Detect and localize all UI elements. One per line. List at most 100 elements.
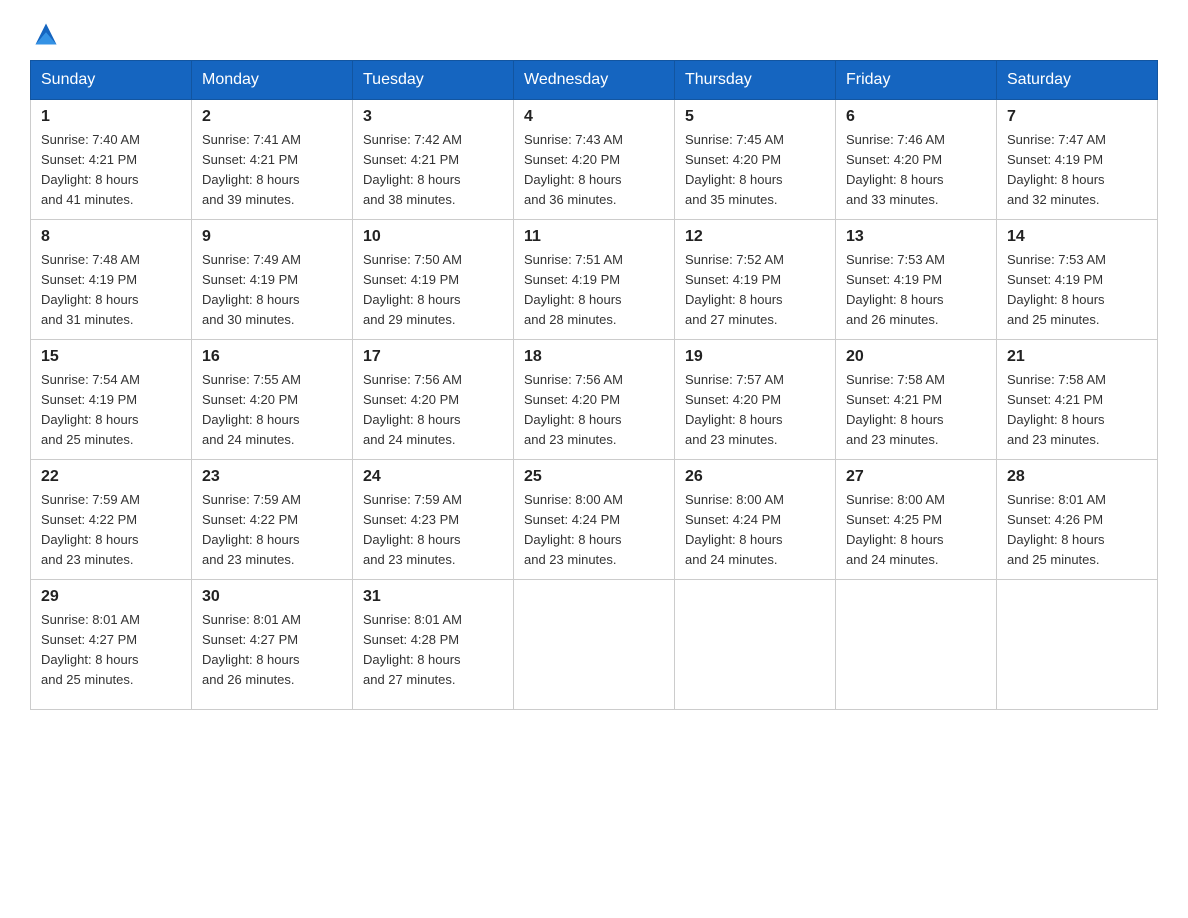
page-header [30, 20, 1158, 42]
logo [30, 20, 60, 42]
day-info: Sunrise: 8:00 AM Sunset: 4:24 PM Dayligh… [524, 490, 664, 571]
day-cell: 8 Sunrise: 7:48 AM Sunset: 4:19 PM Dayli… [31, 220, 192, 340]
day-cell [997, 580, 1158, 710]
day-info: Sunrise: 7:53 AM Sunset: 4:19 PM Dayligh… [846, 250, 986, 331]
day-info: Sunrise: 7:59 AM Sunset: 4:23 PM Dayligh… [363, 490, 503, 571]
day-cell: 30 Sunrise: 8:01 AM Sunset: 4:27 PM Dayl… [192, 580, 353, 710]
day-cell: 19 Sunrise: 7:57 AM Sunset: 4:20 PM Dayl… [675, 340, 836, 460]
day-number: 11 [524, 228, 664, 246]
day-cell [836, 580, 997, 710]
col-header-monday: Monday [192, 61, 353, 100]
day-number: 17 [363, 348, 503, 366]
day-number: 8 [41, 228, 181, 246]
day-cell: 14 Sunrise: 7:53 AM Sunset: 4:19 PM Dayl… [997, 220, 1158, 340]
day-info: Sunrise: 7:59 AM Sunset: 4:22 PM Dayligh… [41, 490, 181, 571]
day-number: 15 [41, 348, 181, 366]
calendar-table: SundayMondayTuesdayWednesdayThursdayFrid… [30, 60, 1158, 710]
day-cell: 13 Sunrise: 7:53 AM Sunset: 4:19 PM Dayl… [836, 220, 997, 340]
day-number: 18 [524, 348, 664, 366]
col-header-friday: Friday [836, 61, 997, 100]
day-info: Sunrise: 7:48 AM Sunset: 4:19 PM Dayligh… [41, 250, 181, 331]
col-header-tuesday: Tuesday [353, 61, 514, 100]
day-number: 14 [1007, 228, 1147, 246]
logo-icon [32, 20, 60, 48]
day-cell: 28 Sunrise: 8:01 AM Sunset: 4:26 PM Dayl… [997, 460, 1158, 580]
day-cell [675, 580, 836, 710]
day-info: Sunrise: 7:47 AM Sunset: 4:19 PM Dayligh… [1007, 130, 1147, 211]
day-number: 2 [202, 108, 342, 126]
day-number: 16 [202, 348, 342, 366]
day-number: 4 [524, 108, 664, 126]
day-number: 13 [846, 228, 986, 246]
week-row-1: 1 Sunrise: 7:40 AM Sunset: 4:21 PM Dayli… [31, 100, 1158, 220]
day-info: Sunrise: 8:00 AM Sunset: 4:24 PM Dayligh… [685, 490, 825, 571]
day-info: Sunrise: 7:55 AM Sunset: 4:20 PM Dayligh… [202, 370, 342, 451]
day-cell: 27 Sunrise: 8:00 AM Sunset: 4:25 PM Dayl… [836, 460, 997, 580]
day-cell: 2 Sunrise: 7:41 AM Sunset: 4:21 PM Dayli… [192, 100, 353, 220]
day-cell: 11 Sunrise: 7:51 AM Sunset: 4:19 PM Dayl… [514, 220, 675, 340]
day-info: Sunrise: 7:58 AM Sunset: 4:21 PM Dayligh… [1007, 370, 1147, 451]
day-cell: 15 Sunrise: 7:54 AM Sunset: 4:19 PM Dayl… [31, 340, 192, 460]
day-info: Sunrise: 7:57 AM Sunset: 4:20 PM Dayligh… [685, 370, 825, 451]
day-cell: 5 Sunrise: 7:45 AM Sunset: 4:20 PM Dayli… [675, 100, 836, 220]
day-cell: 26 Sunrise: 8:00 AM Sunset: 4:24 PM Dayl… [675, 460, 836, 580]
col-header-sunday: Sunday [31, 61, 192, 100]
day-cell: 22 Sunrise: 7:59 AM Sunset: 4:22 PM Dayl… [31, 460, 192, 580]
day-number: 6 [846, 108, 986, 126]
day-cell: 7 Sunrise: 7:47 AM Sunset: 4:19 PM Dayli… [997, 100, 1158, 220]
day-info: Sunrise: 7:53 AM Sunset: 4:19 PM Dayligh… [1007, 250, 1147, 331]
day-number: 29 [41, 588, 181, 606]
day-info: Sunrise: 7:54 AM Sunset: 4:19 PM Dayligh… [41, 370, 181, 451]
day-info: Sunrise: 7:59 AM Sunset: 4:22 PM Dayligh… [202, 490, 342, 571]
day-cell: 1 Sunrise: 7:40 AM Sunset: 4:21 PM Dayli… [31, 100, 192, 220]
day-number: 25 [524, 468, 664, 486]
day-cell: 23 Sunrise: 7:59 AM Sunset: 4:22 PM Dayl… [192, 460, 353, 580]
day-info: Sunrise: 7:42 AM Sunset: 4:21 PM Dayligh… [363, 130, 503, 211]
day-number: 5 [685, 108, 825, 126]
day-number: 12 [685, 228, 825, 246]
col-header-wednesday: Wednesday [514, 61, 675, 100]
day-cell: 3 Sunrise: 7:42 AM Sunset: 4:21 PM Dayli… [353, 100, 514, 220]
day-number: 19 [685, 348, 825, 366]
day-cell: 6 Sunrise: 7:46 AM Sunset: 4:20 PM Dayli… [836, 100, 997, 220]
day-number: 31 [363, 588, 503, 606]
day-info: Sunrise: 7:58 AM Sunset: 4:21 PM Dayligh… [846, 370, 986, 451]
day-cell: 4 Sunrise: 7:43 AM Sunset: 4:20 PM Dayli… [514, 100, 675, 220]
day-number: 27 [846, 468, 986, 486]
day-number: 28 [1007, 468, 1147, 486]
day-number: 20 [846, 348, 986, 366]
day-cell: 16 Sunrise: 7:55 AM Sunset: 4:20 PM Dayl… [192, 340, 353, 460]
day-number: 26 [685, 468, 825, 486]
week-row-5: 29 Sunrise: 8:01 AM Sunset: 4:27 PM Dayl… [31, 580, 1158, 710]
day-number: 7 [1007, 108, 1147, 126]
day-cell: 9 Sunrise: 7:49 AM Sunset: 4:19 PM Dayli… [192, 220, 353, 340]
day-info: Sunrise: 8:01 AM Sunset: 4:28 PM Dayligh… [363, 610, 503, 691]
day-number: 3 [363, 108, 503, 126]
day-info: Sunrise: 7:52 AM Sunset: 4:19 PM Dayligh… [685, 250, 825, 331]
week-row-2: 8 Sunrise: 7:48 AM Sunset: 4:19 PM Dayli… [31, 220, 1158, 340]
day-cell: 25 Sunrise: 8:00 AM Sunset: 4:24 PM Dayl… [514, 460, 675, 580]
day-cell: 24 Sunrise: 7:59 AM Sunset: 4:23 PM Dayl… [353, 460, 514, 580]
day-cell: 31 Sunrise: 8:01 AM Sunset: 4:28 PM Dayl… [353, 580, 514, 710]
day-info: Sunrise: 7:46 AM Sunset: 4:20 PM Dayligh… [846, 130, 986, 211]
day-number: 10 [363, 228, 503, 246]
day-cell: 29 Sunrise: 8:01 AM Sunset: 4:27 PM Dayl… [31, 580, 192, 710]
day-number: 23 [202, 468, 342, 486]
day-cell: 20 Sunrise: 7:58 AM Sunset: 4:21 PM Dayl… [836, 340, 997, 460]
day-cell: 18 Sunrise: 7:56 AM Sunset: 4:20 PM Dayl… [514, 340, 675, 460]
day-info: Sunrise: 7:43 AM Sunset: 4:20 PM Dayligh… [524, 130, 664, 211]
week-row-4: 22 Sunrise: 7:59 AM Sunset: 4:22 PM Dayl… [31, 460, 1158, 580]
day-number: 1 [41, 108, 181, 126]
col-header-saturday: Saturday [997, 61, 1158, 100]
day-info: Sunrise: 7:56 AM Sunset: 4:20 PM Dayligh… [363, 370, 503, 451]
day-number: 21 [1007, 348, 1147, 366]
day-cell: 17 Sunrise: 7:56 AM Sunset: 4:20 PM Dayl… [353, 340, 514, 460]
day-info: Sunrise: 7:51 AM Sunset: 4:19 PM Dayligh… [524, 250, 664, 331]
day-info: Sunrise: 7:41 AM Sunset: 4:21 PM Dayligh… [202, 130, 342, 211]
day-info: Sunrise: 7:45 AM Sunset: 4:20 PM Dayligh… [685, 130, 825, 211]
day-cell: 10 Sunrise: 7:50 AM Sunset: 4:19 PM Dayl… [353, 220, 514, 340]
day-number: 22 [41, 468, 181, 486]
col-header-thursday: Thursday [675, 61, 836, 100]
week-row-3: 15 Sunrise: 7:54 AM Sunset: 4:19 PM Dayl… [31, 340, 1158, 460]
day-cell [514, 580, 675, 710]
